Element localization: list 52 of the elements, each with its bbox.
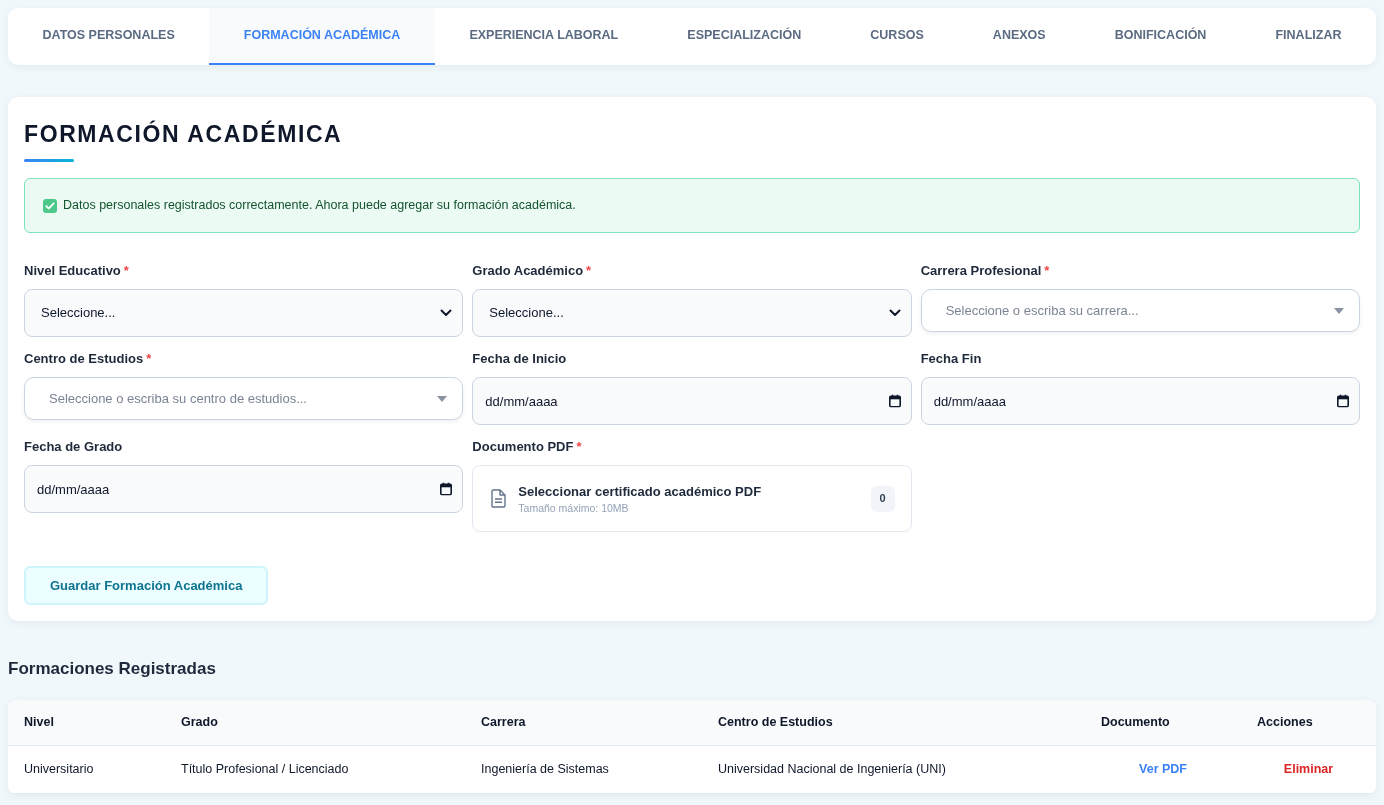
calendar-icon[interactable] xyxy=(888,394,901,408)
column-header: Grado xyxy=(165,699,465,746)
chevron-down-icon xyxy=(440,309,453,317)
calendar-icon[interactable] xyxy=(440,482,453,496)
column-header: Carrera xyxy=(465,699,702,746)
caret-down-icon xyxy=(437,395,448,402)
step-tab[interactable]: BONIFICACIÓN xyxy=(1080,8,1241,65)
combo-field[interactable]: Seleccione o escriba su centro de estudios... xyxy=(24,377,464,420)
column-header: Documento xyxy=(1085,699,1241,746)
field-label: Fecha de Grado xyxy=(24,438,123,456)
chevron-down-icon xyxy=(888,309,901,317)
form-title: FORMACIÓN ACADÉMICA xyxy=(24,119,343,149)
upload-hint: Tamaño máximo: 10MB xyxy=(518,500,630,515)
field-label: Nivel Educativo * xyxy=(24,262,129,280)
step-tab[interactable]: DATOS PERSONALES xyxy=(8,8,210,65)
field-label: Fecha Fin xyxy=(920,350,982,368)
column-header: Centro de Estudios xyxy=(702,699,1085,746)
column-header: Nivel xyxy=(8,699,165,746)
combo-field[interactable]: Seleccione o escriba su carrera... xyxy=(920,289,1360,332)
step-tab[interactable]: CURSOS xyxy=(835,8,959,65)
calendar-icon[interactable] xyxy=(1337,394,1349,408)
section-heading: Formaciones Registradas xyxy=(8,659,216,679)
table-cell: Universidad Nacional de Ingeniería (UNI) xyxy=(702,745,1085,794)
step-tab[interactable]: FINALIZAR xyxy=(1240,8,1376,65)
field-label: Carrera Profesional * xyxy=(920,262,1050,280)
step-tab[interactable]: ESPECIALIZACIÓN xyxy=(652,8,836,65)
save-button[interactable]: Guardar Formación Académica xyxy=(24,566,269,605)
field-label: Grado Académico * xyxy=(472,262,592,280)
field-label: Centro de Estudios * xyxy=(24,350,152,368)
select-field[interactable]: Seleccione... xyxy=(24,289,464,337)
field-label: Documento PDF * xyxy=(472,438,582,456)
step-tab[interactable]: ANEXOS xyxy=(958,8,1081,65)
delete-button[interactable]: Eliminar xyxy=(1283,760,1334,779)
upload-label: Seleccionar certificado académico PDF xyxy=(518,482,762,501)
field-label: Fecha de Inicio xyxy=(472,350,567,368)
date-field[interactable]: dd/mm/aaaa xyxy=(920,377,1360,425)
view-pdf-link[interactable]: Ver PDF xyxy=(1139,762,1187,777)
file-count: 0 xyxy=(870,485,895,512)
step-tab[interactable]: EXPERIENCIA LABORAL xyxy=(434,8,653,65)
select-field[interactable]: Seleccione... xyxy=(472,289,912,337)
date-field[interactable]: dd/mm/aaaa xyxy=(472,377,912,425)
file-upload-field[interactable]: Seleccionar certificado académico PDF Tamaño máximo: 10MB 0 xyxy=(472,465,912,532)
table-cell: Universitario xyxy=(8,745,165,794)
document-icon xyxy=(491,489,507,508)
column-header: Acciones xyxy=(1241,699,1376,746)
caret-down-icon xyxy=(1334,307,1344,314)
date-field[interactable]: dd/mm/aaaa xyxy=(24,465,464,513)
alert-message: Datos personales registrados correctamente. Ahora puede agregar su formación académica. xyxy=(63,197,576,215)
table-cell: Ingeniería de Sistemas xyxy=(465,745,702,794)
check-icon xyxy=(43,198,57,213)
step-tab[interactable]: FORMACIÓN ACADÉMICA xyxy=(209,8,435,65)
table-cell: Título Profesional / Licenciado xyxy=(165,745,465,794)
